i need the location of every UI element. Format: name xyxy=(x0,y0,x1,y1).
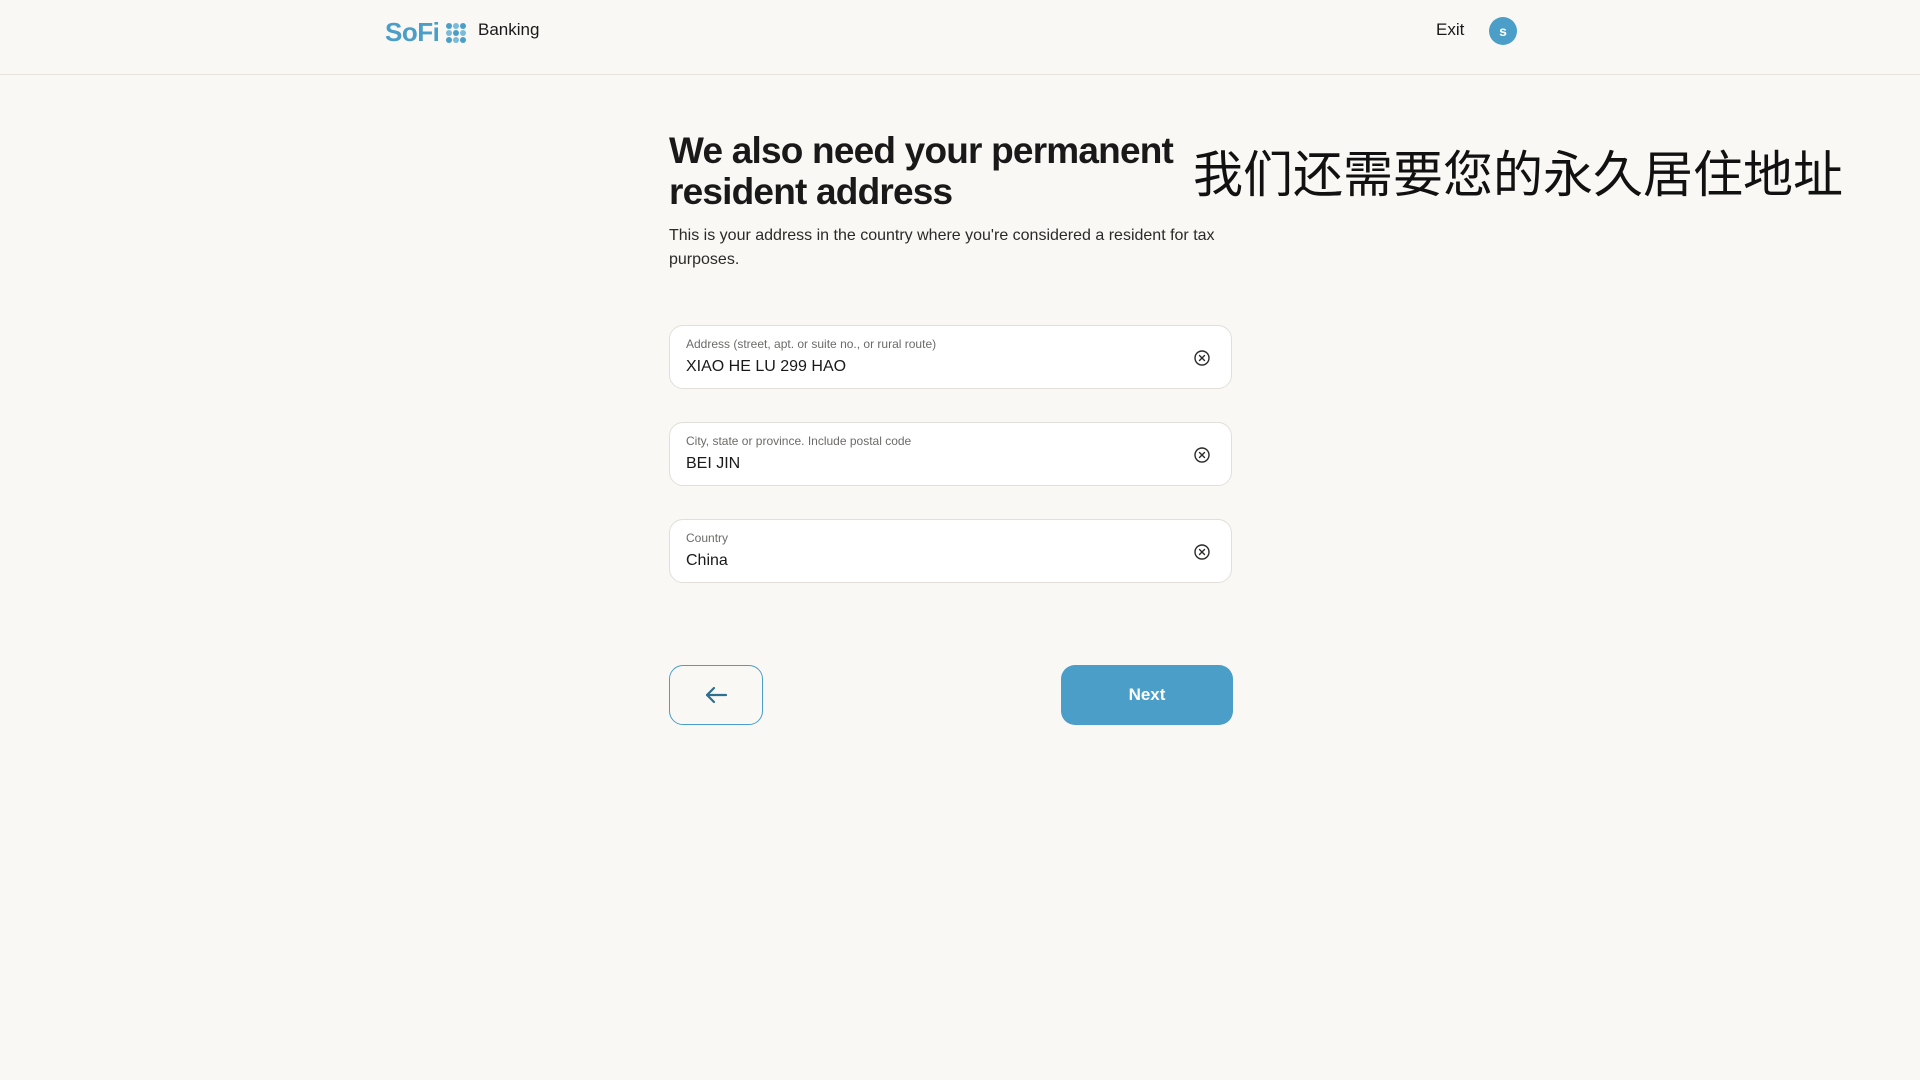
country-input[interactable] xyxy=(686,552,1166,570)
country-field[interactable]: Country xyxy=(669,519,1232,583)
page-subtitle: This is your address in the country wher… xyxy=(669,227,1215,268)
next-button[interactable]: Next xyxy=(1061,665,1233,725)
arrow-left-icon xyxy=(705,686,728,704)
address-field-label: Address (street, apt. or suite no., or r… xyxy=(686,337,937,351)
city-input[interactable] xyxy=(686,455,1166,473)
sofi-logo[interactable]: SoFi xyxy=(385,17,467,48)
clear-address-icon[interactable] xyxy=(1193,349,1211,367)
clear-city-icon[interactable] xyxy=(1193,446,1211,464)
city-field[interactable]: City, state or province. Include postal … xyxy=(669,422,1232,486)
top-bar: SoFi Banking Exit s xyxy=(0,0,1920,75)
section-name: Banking xyxy=(478,20,540,39)
exit-link[interactable]: Exit xyxy=(1436,20,1464,40)
overlay-title-cn: 我们还需要您的永久居住地址 xyxy=(1193,146,1843,204)
logo-text: SoFi xyxy=(385,17,440,47)
page-title: We also need your permanent resident add… xyxy=(669,130,1174,212)
logo-mark-icon xyxy=(446,22,467,43)
address-field[interactable]: Address (street, apt. or suite no., or r… xyxy=(669,325,1232,389)
city-field-label: City, state or province. Include postal … xyxy=(686,434,912,448)
address-input[interactable] xyxy=(686,358,1166,376)
clear-country-icon[interactable] xyxy=(1193,543,1211,561)
country-field-label: Country xyxy=(686,531,729,545)
avatar[interactable]: s xyxy=(1489,17,1517,45)
back-button[interactable] xyxy=(669,665,763,725)
